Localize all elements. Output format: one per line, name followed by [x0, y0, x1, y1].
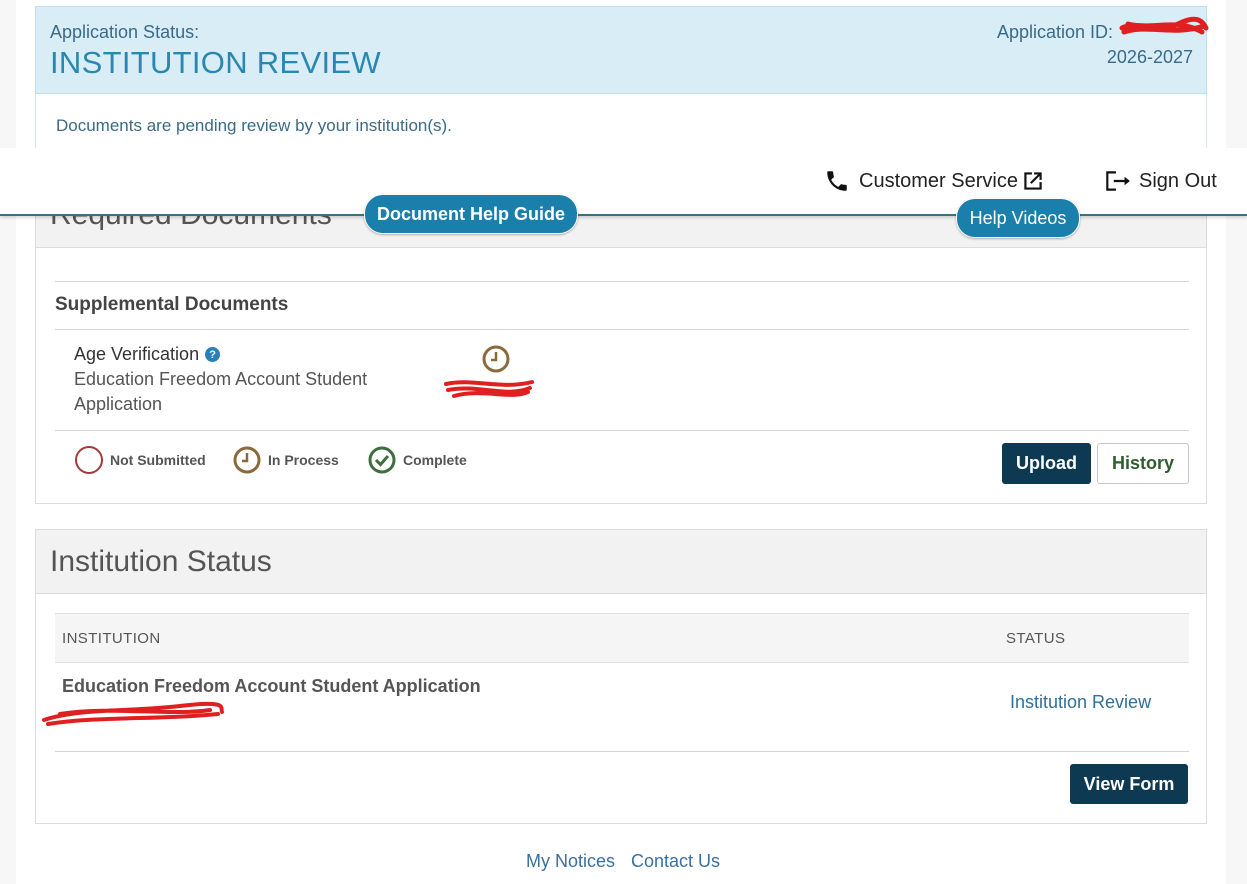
redaction-mark	[1119, 16, 1209, 35]
institution-status-value: Institution Review	[1010, 692, 1152, 712]
help-videos-button[interactable]: Help Videos	[956, 198, 1080, 238]
legend-in-process: In Process	[232, 445, 339, 475]
column-header-status: STATUS	[1006, 630, 1066, 647]
contact-us-link[interactable]: Contact Us	[631, 851, 720, 872]
customer-service-label: Customer Service	[859, 169, 1018, 192]
clock-icon	[233, 446, 261, 474]
column-header-institution: INSTITUTION	[62, 630, 161, 647]
document-name: Age Verification ?	[74, 344, 221, 365]
redaction-mark	[42, 701, 224, 726]
info-icon[interactable]: ?	[205, 347, 221, 362]
view-form-button[interactable]: View Form	[1070, 764, 1188, 804]
status-value: INSTITUTION REVIEW	[50, 45, 381, 80]
legend-in-process-label: In Process	[268, 452, 339, 468]
check-circle-icon	[368, 446, 396, 474]
divider	[55, 430, 1189, 431]
sign-out-icon	[1106, 171, 1130, 191]
divider	[55, 281, 1189, 282]
document-name-label: Age Verification	[74, 344, 200, 364]
customer-service-link[interactable]: Customer Service	[824, 168, 1046, 194]
application-year: 2026-2027	[1106, 47, 1193, 67]
divider	[55, 329, 1189, 330]
sign-out-link[interactable]: Sign Out	[1103, 168, 1217, 194]
institution-status-header: Institution Status	[36, 530, 1206, 594]
application-status-banner: Application Status: INSTITUTION REVIEW A…	[35, 6, 1207, 94]
legend-not-submitted: Not Submitted	[74, 445, 206, 475]
history-button[interactable]: History	[1097, 443, 1189, 484]
legend-complete: Complete	[367, 445, 467, 475]
document-help-guide-button[interactable]: Document Help Guide	[364, 194, 578, 234]
pending-message-box: Documents are pending review by your ins…	[35, 94, 1207, 154]
institution-status-panel: Institution Status INSTITUTION STATUS Ed…	[35, 529, 1207, 824]
redaction-mark	[444, 380, 534, 398]
legend-complete-label: Complete	[403, 452, 467, 468]
legend-not-submitted-label: Not Submitted	[110, 452, 206, 468]
upload-button[interactable]: Upload	[1002, 443, 1091, 484]
phone-icon	[827, 171, 847, 191]
supplemental-documents-heading: Supplemental Documents	[55, 294, 289, 315]
my-notices-link[interactable]: My Notices	[526, 851, 615, 872]
document-description: Education Freedom Account Student Applic…	[74, 369, 368, 414]
table-row-divider	[55, 751, 1189, 752]
institution-name: Education Freedom Account Student Applic…	[62, 676, 481, 696]
table-header: INSTITUTION STATUS	[55, 613, 1189, 663]
institution-status-title: Institution Status	[50, 545, 272, 578]
pending-message: Documents are pending review by your ins…	[56, 116, 452, 135]
external-link-icon	[1024, 172, 1042, 190]
empty-circle-icon	[75, 446, 103, 474]
sign-out-label: Sign Out	[1139, 169, 1217, 192]
status-label: Application Status:	[50, 22, 200, 42]
